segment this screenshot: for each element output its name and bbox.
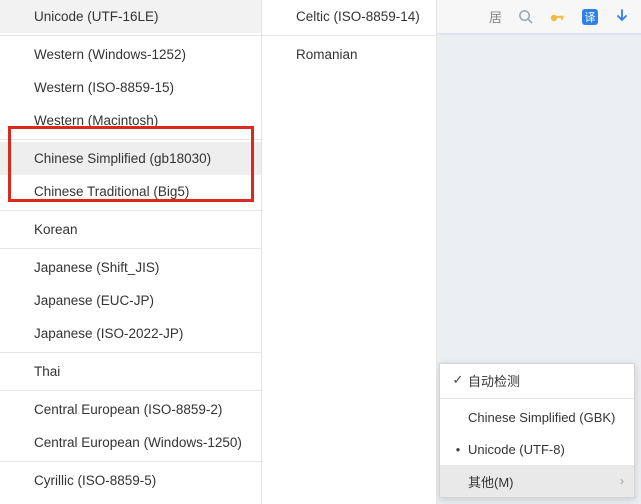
context-menu-item[interactable]: ●Unicode (UTF-8) [440, 433, 634, 465]
menu-separator [0, 390, 261, 391]
encoding-option[interactable]: Cyrillic (Windows-1251) [0, 497, 261, 504]
key-icon[interactable] [549, 9, 565, 25]
context-menu-label: 其他(M) [468, 472, 620, 491]
menu-separator [0, 248, 261, 249]
menu-separator [440, 398, 634, 399]
menu-separator [0, 352, 261, 353]
encoding-option[interactable]: Japanese (Shift_JIS) [0, 251, 261, 284]
encoding-option[interactable]: Korean [0, 213, 261, 246]
encoding-option[interactable]: Japanese (ISO-2022-JP) [0, 317, 261, 350]
svg-text:译: 译 [585, 11, 596, 24]
encoding-option[interactable]: Thai [0, 355, 261, 388]
encoding-option[interactable]: Chinese Simplified (gb18030) [0, 142, 261, 175]
main-pane: 居 译 ✓自动检测 Chinese Simplified (GBK) ●Unicod… [437, 0, 641, 504]
check-icon: ✓ [448, 372, 468, 388]
search-icon[interactable] [518, 9, 533, 24]
encoding-option[interactable]: Chinese Traditional (Big5) [0, 175, 261, 208]
browser-toolbar: 居 译 [437, 0, 641, 34]
bullet-icon: ● [448, 445, 468, 454]
toolbar-hint: 居 [489, 7, 502, 26]
encoding-option[interactable]: Unicode (UTF-16LE) [0, 0, 261, 33]
encoding-option[interactable]: Central European (Windows-1250) [0, 426, 261, 459]
encoding-option[interactable]: Western (ISO-8859-15) [0, 71, 261, 104]
translate-icon[interactable]: 译 [581, 8, 599, 26]
context-menu-item[interactable]: 其他(M)› [440, 465, 634, 497]
encoding-option[interactable]: Celtic (ISO-8859-14) [262, 0, 436, 33]
encoding-option[interactable]: Central European (ISO-8859-2) [0, 393, 261, 426]
menu-separator [0, 35, 261, 36]
context-menu-item[interactable]: Chinese Simplified (GBK) [440, 401, 634, 433]
encoding-option[interactable]: Western (Windows-1252) [0, 38, 261, 71]
context-menu-label: Chinese Simplified (GBK) [468, 410, 624, 425]
encoding-option[interactable]: Japanese (EUC-JP) [0, 284, 261, 317]
encoding-option[interactable]: Romanian [262, 38, 436, 71]
encoding-context-menu: ✓自动检测 Chinese Simplified (GBK) ●Unicode (U… [439, 363, 635, 498]
encoding-option[interactable]: Cyrillic (ISO-8859-5) [0, 464, 261, 497]
menu-separator [0, 139, 261, 140]
encoding-list-column-1: Unicode (UTF-16LE) Western (Windows-1252)… [0, 0, 262, 504]
menu-separator [0, 210, 261, 211]
context-menu-item[interactable]: ✓自动检测 [440, 364, 634, 396]
download-icon[interactable] [615, 9, 629, 25]
encoding-option[interactable]: Western (Macintosh) [0, 104, 261, 137]
encoding-list-column-2: Celtic (ISO-8859-14) Romanian [262, 0, 437, 504]
menu-separator [0, 461, 261, 462]
context-menu-label: 自动检测 [468, 371, 624, 390]
chevron-right-icon: › [620, 474, 624, 488]
context-menu-label: Unicode (UTF-8) [468, 442, 624, 457]
menu-separator [262, 35, 436, 36]
